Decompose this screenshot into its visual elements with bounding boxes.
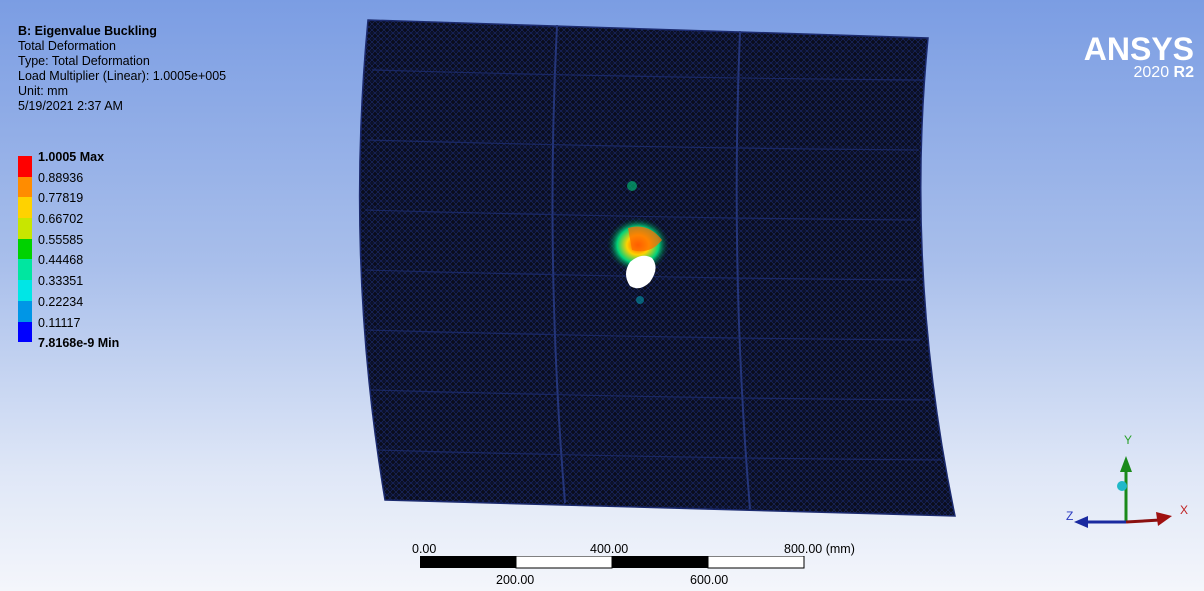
triad-z-label: Z (1066, 509, 1073, 523)
logo-brand: ANSYS (1083, 31, 1194, 67)
legend-swatch (18, 280, 32, 301)
ansys-logo: ANSYS 2020 R2 (1083, 31, 1194, 82)
legend-swatch (18, 156, 32, 177)
legend-max-label: 1.0005 Max (38, 150, 105, 164)
scale-label-600: 600.00 (690, 573, 729, 587)
logo-year: 2020 (1133, 64, 1170, 81)
scale-label-200: 200.00 (496, 573, 535, 587)
legend-label: 0.66702 (38, 212, 84, 227)
legend-swatch (18, 238, 32, 260)
legend-label: 0.33351 (38, 274, 84, 289)
legend-swatch (18, 259, 32, 281)
scale-label-400: 400.00 (590, 542, 629, 556)
analysis-title: B: Eigenvalue Buckling (18, 24, 157, 38)
result-type: Type: Total Deformation (18, 54, 150, 68)
result-timestamp: 5/19/2021 2:37 AM (18, 99, 123, 113)
scale-bar: 0.00 400.00 800.00 (mm) 200.00 600.00 (412, 540, 855, 590)
triad-y-label: Y (1124, 433, 1132, 447)
legend-label: 0.77819 (38, 191, 84, 206)
legend-swatch (18, 197, 32, 219)
result-name: Total Deformation (18, 39, 116, 53)
legend-label: 0.55585 (38, 232, 84, 247)
deformation-spot-top (627, 181, 637, 191)
legend-min-label: 7.8168e-9 Min (38, 335, 120, 350)
load-multiplier: Load Multiplier (Linear): 1.0005e+005 (18, 69, 227, 83)
scale-label-0: 0.00 (412, 542, 437, 556)
triad-x-label: X (1180, 503, 1188, 517)
result-info: B: Eigenvalue Buckling Total Deformation… (18, 24, 226, 114)
legend-label: 0.11117 (38, 315, 81, 330)
scale-bar-graphic (420, 556, 805, 569)
legend-label: 0.44468 (38, 253, 84, 268)
legend-label: 0.22234 (38, 294, 84, 309)
deformation-spot-bottom (636, 296, 644, 304)
legend-swatch (18, 300, 32, 322)
legend-label: 0.88936 (38, 170, 84, 185)
logo-release: R2 (1173, 64, 1194, 81)
legend-swatch (18, 176, 32, 198)
graphics-viewport[interactable]: B: Eigenvalue Buckling Total Deformation… (0, 0, 1204, 591)
legend-swatch (18, 321, 32, 343)
coordinate-triad[interactable]: Y X Z (1060, 430, 1200, 540)
legend-swatch (18, 218, 32, 239)
scale-label-800: 800.00 (mm) (784, 542, 855, 556)
panel-surface (358, 19, 956, 517)
result-unit: Unit: mm (18, 84, 68, 98)
